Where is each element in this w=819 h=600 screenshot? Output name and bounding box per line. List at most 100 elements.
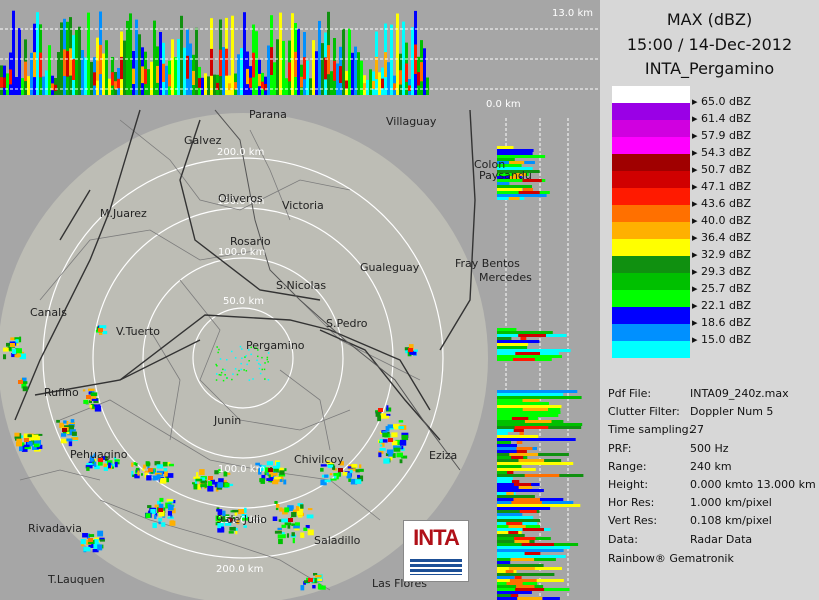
clutter-point <box>241 348 243 350</box>
profile-cell <box>342 29 345 96</box>
echo-cell <box>393 426 400 430</box>
profile-cell <box>297 28 300 95</box>
profile-cell <box>497 516 534 519</box>
profile-cell <box>497 549 564 552</box>
echo-cell <box>60 438 68 444</box>
echo-cell <box>342 471 348 476</box>
legend-swatch <box>612 205 690 222</box>
legend-value: ▸ 65.0 dBZ <box>692 95 752 108</box>
echo-cell <box>324 474 329 478</box>
echo-cell <box>204 482 207 488</box>
clutter-point <box>240 362 242 365</box>
echo-cell <box>355 479 362 484</box>
echo-cell <box>379 448 386 451</box>
clutter-point <box>248 379 251 381</box>
echo-cell <box>88 534 95 537</box>
profile-core <box>117 78 120 89</box>
echo-cell <box>103 463 107 468</box>
profile-cell <box>183 47 186 95</box>
profile-cell <box>90 61 93 95</box>
profile-cell <box>180 15 183 95</box>
echo-cell <box>22 386 28 392</box>
profile-cell <box>497 573 555 576</box>
clutter-point <box>252 378 254 380</box>
clutter-point <box>226 359 228 361</box>
profile-core <box>510 558 535 561</box>
echo-core <box>62 428 67 432</box>
clutter-point <box>256 359 258 361</box>
echo-cell <box>396 452 403 458</box>
profile-core <box>405 63 408 82</box>
echo-core <box>208 476 213 480</box>
clutter-point <box>215 363 217 366</box>
profile-cell <box>497 465 522 468</box>
profile-cell <box>48 45 51 95</box>
echo-cell <box>97 544 103 551</box>
clutter-point <box>216 373 218 375</box>
profile-core <box>24 61 27 82</box>
city-label: M.Juarez <box>100 207 147 220</box>
legend-value: ▸ 22.1 dBZ <box>692 299 752 312</box>
legend-value: ▸ 47.1 dBZ <box>692 180 752 193</box>
echo-cell <box>386 405 389 411</box>
legend-swatch <box>612 171 690 188</box>
info-value: 27 <box>690 423 704 437</box>
profile-cell <box>177 39 180 95</box>
profile-core <box>327 45 330 75</box>
legend-swatch <box>612 120 690 137</box>
echo-cell <box>170 520 175 525</box>
echo-cell <box>61 433 67 437</box>
echo-cell <box>269 477 274 481</box>
clutter-point <box>232 373 234 375</box>
profile-cell <box>222 47 225 95</box>
echo-cell <box>207 485 214 492</box>
legend-swatch <box>612 324 690 341</box>
profile-cell <box>81 50 84 95</box>
echo-cell <box>195 478 203 482</box>
profile-cell <box>497 149 534 152</box>
profile-cell <box>497 591 532 594</box>
echo-cell <box>300 504 304 509</box>
profile-core <box>294 51 297 77</box>
profile-core <box>518 486 532 489</box>
clutter-point <box>222 368 224 371</box>
profile-core <box>99 44 102 75</box>
profile-cell <box>267 45 270 95</box>
profile-core <box>162 63 165 82</box>
info-key: Range: <box>608 459 647 473</box>
profile-cell <box>497 194 547 197</box>
profile-core <box>514 483 532 486</box>
profile-cell <box>497 393 564 396</box>
profile-core <box>375 56 378 80</box>
profile-core <box>506 492 514 495</box>
profile-cell <box>309 78 312 95</box>
echo-cell <box>108 462 111 469</box>
clutter-point <box>238 369 240 372</box>
profile-core <box>384 52 387 78</box>
profile-cell <box>138 34 141 95</box>
echo-cell <box>156 464 164 469</box>
echo-cell <box>375 411 381 417</box>
city-label: Pehuagino <box>70 448 128 461</box>
profile-core <box>420 62 423 82</box>
echo-cell <box>330 478 337 481</box>
legend-value: ▸ 36.4 dBZ <box>692 231 752 244</box>
profile-cell <box>497 355 562 358</box>
legend-value: ▸ 29.3 dBZ <box>692 265 752 278</box>
echo-cell <box>398 420 404 423</box>
profile-cell <box>348 28 351 96</box>
profile-cell <box>87 12 90 96</box>
range-label: 200.0 km <box>217 147 265 158</box>
clutter-point <box>224 374 226 376</box>
echo-cell <box>281 524 287 528</box>
profile-cell <box>150 61 153 95</box>
echo-cell <box>329 473 333 476</box>
profile-core <box>511 501 542 504</box>
echo-cell <box>279 479 283 482</box>
echo-core <box>88 538 93 542</box>
profile-core <box>515 352 540 355</box>
profile-cell <box>15 77 18 95</box>
echo-cell <box>228 531 234 534</box>
legend-swatch <box>612 154 690 171</box>
profile-core <box>288 62 291 82</box>
